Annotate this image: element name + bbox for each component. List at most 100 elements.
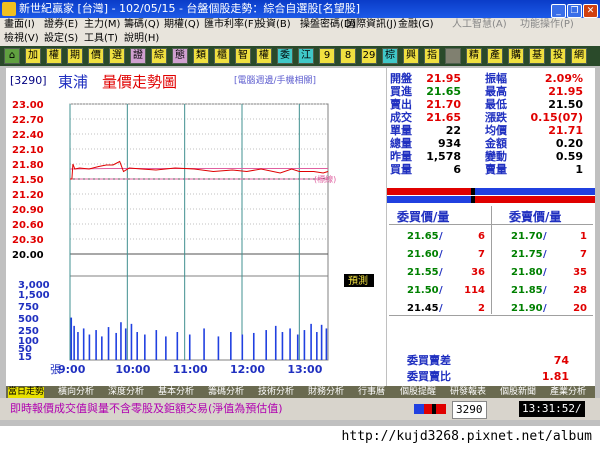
ask-price[interactable]: 21.90 <box>511 302 543 316</box>
watermark-bar: http://kujd3268.pixnet.net/album <box>0 426 600 450</box>
toolbar-button[interactable]: 江 <box>298 48 314 64</box>
menu-item[interactable]: 設定(S) <box>44 32 78 46</box>
toolbar-button[interactable]: 指 <box>424 48 440 64</box>
analysis-tab[interactable]: 研發報表 <box>450 387 486 398</box>
toolbar-button[interactable]: 網 <box>571 48 587 64</box>
toolbar-button[interactable]: 加 <box>25 48 41 64</box>
menu-item[interactable]: 功能操作(P) <box>520 18 574 32</box>
separator: / <box>439 267 443 278</box>
menu-item[interactable]: 證券(E) <box>44 18 78 32</box>
toolbar-button[interactable]: 期 <box>67 48 83 64</box>
menu-item[interactable]: 金融(G) <box>398 18 434 32</box>
stock-code-input[interactable]: 3290 <box>452 401 487 419</box>
volume-bar <box>281 332 284 360</box>
toolbar-button[interactable]: 委 <box>277 48 293 64</box>
ask-price[interactable]: 21.80 <box>511 266 543 280</box>
bid-price[interactable]: 21.65 <box>407 230 439 244</box>
ask-price[interactable]: 21.70 <box>511 230 543 244</box>
volume-bar <box>230 332 232 360</box>
toolbar-button[interactable]: ⌂ <box>4 48 20 64</box>
volume-bar <box>155 330 158 360</box>
clock: 13:31:52/ <box>519 401 585 417</box>
prediction-label[interactable]: 預測 <box>348 274 368 287</box>
menu-item[interactable]: 國際資訊(J) <box>346 18 397 32</box>
toolbar-button[interactable]: 8 <box>340 48 356 64</box>
quote-value: 21.65 <box>426 85 461 98</box>
price-tick-label: 20.60 <box>12 220 44 231</box>
analysis-tab[interactable]: 深度分析 <box>108 387 144 398</box>
menu-item[interactable]: 檢視(V) <box>4 32 39 46</box>
menu-item[interactable]: 主力(M) <box>84 18 120 32</box>
separator: / <box>439 285 443 296</box>
toolbar-button[interactable]: 興 <box>403 48 419 64</box>
quote-value: 21.71 <box>548 124 583 137</box>
toolbar-button[interactable]: 類 <box>193 48 209 64</box>
quote-label: 單量 <box>390 124 412 137</box>
menu-item[interactable]: 畫面(I) <box>4 18 35 32</box>
toolbar-button[interactable]: 產 <box>487 48 503 64</box>
analysis-tab[interactable]: 產業分析 <box>550 387 586 398</box>
menu-item[interactable]: 匯市利率(F) <box>204 18 258 32</box>
toolbar-button[interactable]: 證 <box>130 48 146 64</box>
close-icon[interactable]: ✕ <box>583 4 598 18</box>
ask-price[interactable]: 21.85 <box>511 284 543 298</box>
toolbar-button[interactable]: 櫃 <box>214 48 230 64</box>
menu-item[interactable]: 人工智慧(A) <box>452 18 507 32</box>
menu-item[interactable]: 期權(Q) <box>164 18 200 32</box>
quote-row: 買進 21.65 最高 21.95 <box>387 85 595 98</box>
toolbar-button[interactable]: 權 <box>256 48 272 64</box>
quote-value: 21.95 <box>426 72 461 85</box>
analysis-tab[interactable]: 橫向分析 <box>58 387 94 398</box>
volume-bar <box>144 334 146 360</box>
toolbar-button[interactable]: 基 <box>529 48 545 64</box>
analysis-tab[interactable]: 當日走勢 <box>8 387 45 398</box>
menu-item[interactable]: 說明(H) <box>124 32 159 46</box>
toolbar-button[interactable]: 態 <box>172 48 188 64</box>
analysis-tab[interactable]: 財務分析 <box>308 387 344 398</box>
analysis-tab[interactable]: 籌碼分析 <box>208 387 244 398</box>
bid-quantity: 6 <box>478 231 485 242</box>
toolbar-button[interactable]: 價 <box>88 48 104 64</box>
minimize-icon[interactable]: _ <box>551 4 566 18</box>
time-tick-label: 11:00 <box>173 363 208 376</box>
ask-price[interactable]: 21.75 <box>511 248 543 262</box>
status-bar: 即時報價成交值與量不含零股及鉅額交易(淨值為預估值) 3290 13:31:52… <box>0 398 600 420</box>
bid-price[interactable]: 21.55 <box>407 266 439 280</box>
average-price-line <box>69 168 328 170</box>
toolbar-button[interactable]: 綜 <box>151 48 167 64</box>
analysis-tab[interactable]: 個股提醒 <box>400 387 436 398</box>
volume-bar <box>73 325 75 360</box>
analysis-tab[interactable]: 基本分析 <box>158 387 194 398</box>
source-url: http://kujd3268.pixnet.net/album <box>341 429 592 444</box>
toolbar-button[interactable]: 投 <box>550 48 566 64</box>
volume-bar <box>70 317 73 360</box>
menu-item[interactable]: 工具(T) <box>84 32 118 46</box>
volume-bar <box>82 328 85 360</box>
toolbar-button[interactable]: 棕 <box>382 48 398 64</box>
toolbar-button[interactable]: 選 <box>109 48 125 64</box>
toolbar-button[interactable]: 9 <box>319 48 335 64</box>
quote-label: 買量 <box>390 163 412 176</box>
status-message: 即時報價成交值與量不含零股及鉅額交易(淨值為預估值) <box>10 402 283 415</box>
volume-bar <box>265 330 267 360</box>
analysis-tab[interactable]: 個股新聞 <box>500 387 536 398</box>
analysis-tab[interactable]: 技術分析 <box>258 387 294 398</box>
quote-value: 21.95 <box>548 85 583 98</box>
divider-vertical <box>491 206 492 314</box>
bid-price[interactable]: 21.50 <box>407 284 439 298</box>
toolbar-button[interactable]: 購 <box>508 48 524 64</box>
toolbar-button[interactable]: 智 <box>235 48 251 64</box>
toolbar-button[interactable] <box>445 48 461 64</box>
restore-icon[interactable]: ❐ <box>567 4 582 18</box>
bid-price[interactable]: 21.45 <box>407 302 439 316</box>
bid-price[interactable]: 21.60 <box>407 248 439 262</box>
menu-item[interactable]: 籌碼(Q) <box>124 18 160 32</box>
quote-label: 總量 <box>390 137 412 150</box>
toolbar-button[interactable]: 權 <box>46 48 62 64</box>
toolbar-button[interactable]: 精 <box>466 48 482 64</box>
price-tick-label: 22.70 <box>12 115 44 126</box>
quote-label: 成交 <box>390 111 412 124</box>
menu-item[interactable]: 投資(B) <box>256 18 291 32</box>
toolbar-button[interactable]: 29 <box>361 48 377 64</box>
analysis-tab[interactable]: 行事曆 <box>358 387 385 398</box>
